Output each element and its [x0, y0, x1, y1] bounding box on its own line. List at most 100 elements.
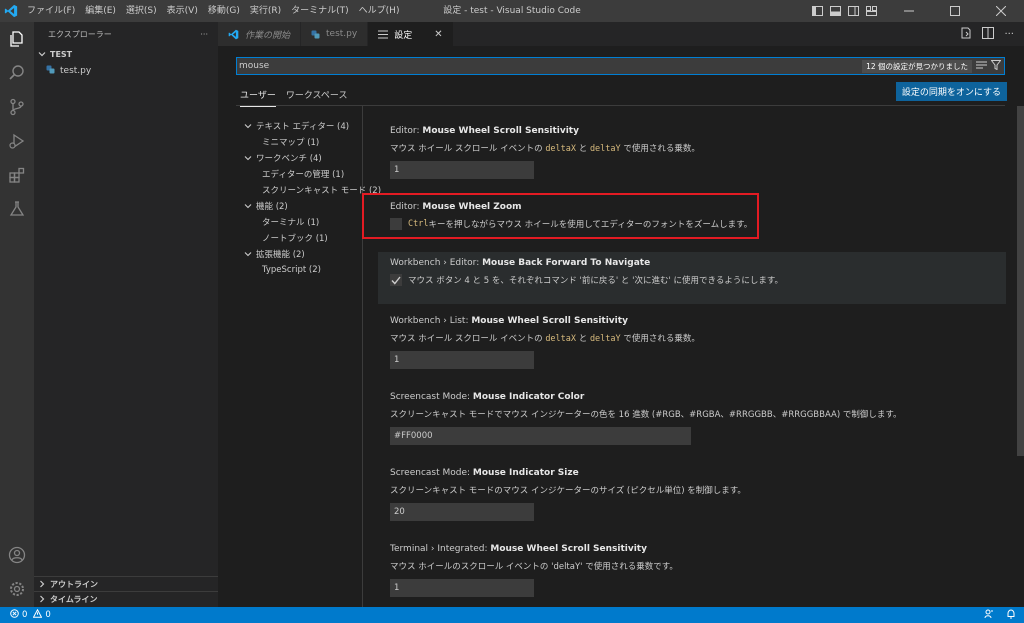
customize-layout-icon[interactable] — [862, 0, 880, 22]
menu-selection[interactable]: 選択(S) — [121, 0, 162, 22]
split-editor-icon[interactable] — [982, 26, 995, 42]
toc-item-notebook[interactable]: ノートブック (1) — [218, 230, 362, 246]
checkmark-icon — [391, 276, 401, 285]
menu-help[interactable]: ヘルプ(H) — [354, 0, 405, 22]
minimize-icon[interactable] — [886, 0, 932, 22]
menu-view[interactable]: 表示(V) — [162, 0, 203, 22]
chevron-down-icon — [244, 250, 252, 258]
setting-editor-mouse-wheel-scroll-sensitivity: Editor: Mouse Wheel Scroll Sensitivity マ… — [378, 120, 1006, 187]
setting-category: Workbench › List: — [390, 316, 472, 326]
explorer-more-icon[interactable]: ··· — [200, 30, 208, 39]
title-bar: ファイル(F) 編集(E) 選択(S) 表示(V) 移動(G) 実行(R) ター… — [0, 0, 1024, 22]
setting-code: deltaX — [545, 334, 577, 344]
toc-item-workbench[interactable]: ワークベンチ (4) — [218, 150, 362, 166]
toc-item-text-editor[interactable]: テキスト エディター (4) — [218, 118, 362, 134]
toc-label: ターミナル (1) — [262, 218, 320, 228]
folder-test[interactable]: TEST — [34, 46, 218, 62]
extensions-icon[interactable] — [0, 158, 34, 192]
accounts-icon[interactable] — [0, 538, 34, 572]
setting-checkbox[interactable] — [390, 274, 402, 286]
setting-code: deltaX — [545, 144, 577, 154]
setting-code: deltaY — [589, 144, 621, 154]
menu-go[interactable]: 移動(G) — [203, 0, 245, 22]
toc-item-features[interactable]: 機能 (2) — [218, 198, 362, 214]
toggle-secondary-sidebar-icon[interactable] — [844, 0, 862, 22]
vscode-logo-icon[interactable] — [0, 0, 22, 22]
menu-terminal[interactable]: ターミナル(T) — [286, 0, 354, 22]
toc-label: ワークベンチ (4) — [256, 154, 322, 164]
file-test-py[interactable]: test.py — [34, 62, 218, 80]
more-actions-icon[interactable]: ··· — [1004, 29, 1014, 40]
source-control-icon[interactable] — [0, 90, 34, 124]
toc-item-minimap[interactable]: ミニマップ (1) — [218, 134, 362, 150]
menu-edit[interactable]: 編集(E) — [80, 0, 121, 22]
setting-value-input[interactable]: #FF0000 — [390, 427, 691, 445]
close-window-icon[interactable] — [978, 0, 1024, 22]
setting-value-input[interactable]: 20 — [390, 503, 534, 521]
status-bar: 0 0 — [0, 607, 1024, 623]
settings-editor: mouse 12 個の設定が見つかりました ユーザー ワークスペース 設定の同期… — [218, 46, 1024, 607]
setting-desc: マウス ホイール スクロール イベントの — [390, 144, 546, 154]
chevron-down-icon — [38, 50, 46, 58]
toc-item-editor-management[interactable]: エディターの管理 (1) — [218, 166, 362, 182]
toc-item-extensions[interactable]: 拡張機能 (2) — [218, 246, 362, 262]
problems-status[interactable]: 0 0 — [0, 608, 51, 621]
toc-item-screencast-mode[interactable]: スクリーンキャスト モード (2) — [218, 182, 381, 198]
tab-test-py[interactable]: test.py — [301, 22, 369, 46]
toc-label: エディターの管理 (1) — [262, 170, 345, 180]
scrollbar[interactable] — [1017, 106, 1024, 456]
menu-run[interactable]: 実行(R) — [245, 0, 286, 22]
notifications-bell-icon[interactable] — [1006, 608, 1016, 622]
filter-icon[interactable] — [990, 59, 1002, 73]
toc-label: 機能 (2) — [256, 202, 288, 212]
toc-label: ミニマップ (1) — [262, 138, 320, 148]
settings-search-input[interactable]: mouse — [237, 61, 862, 71]
open-settings-json-icon[interactable] — [960, 27, 972, 42]
search-icon[interactable] — [0, 56, 34, 90]
setting-value-input[interactable]: 1 — [390, 579, 534, 597]
explorer-title: エクスプローラー — [48, 29, 112, 39]
toc-label: テキスト エディター (4) — [256, 122, 350, 132]
manage-gear-icon[interactable] — [0, 572, 34, 606]
divider — [236, 105, 1005, 106]
timeline-section[interactable]: タイムライン — [34, 591, 218, 606]
settings-search-box[interactable]: mouse 12 個の設定が見つかりました — [236, 57, 1005, 75]
toggle-panel-icon[interactable] — [826, 0, 844, 22]
toc-item-terminal[interactable]: ターミナル (1) — [218, 214, 362, 230]
explorer-icon[interactable] — [0, 22, 34, 56]
close-tab-icon[interactable]: ✕ — [434, 29, 442, 40]
tab-welcome[interactable]: 作業の開始 — [218, 22, 302, 46]
file-label: test.py — [60, 66, 92, 76]
chevron-down-icon — [244, 202, 252, 210]
chevron-right-icon — [38, 595, 46, 603]
turn-on-settings-sync-button[interactable]: 設定の同期をオンにする — [895, 82, 1007, 101]
setting-value-input[interactable]: 1 — [390, 351, 534, 369]
setting-screencast-mouse-indicator-color: Screencast Mode: Mouse Indicator Color ス… — [378, 386, 1006, 453]
feedback-icon[interactable] — [984, 609, 994, 622]
folder-label: TEST — [50, 49, 73, 59]
toggle-primary-sidebar-icon[interactable] — [808, 0, 826, 22]
setting-name: Mouse Wheel Zoom — [422, 202, 522, 212]
setting-desc: キーを押しながらマウス ホイールを使用してエディターのフォントをズームします。 — [428, 220, 753, 230]
setting-value-input[interactable]: 1 — [390, 161, 534, 179]
toc-label: ノートブック (1) — [262, 234, 328, 244]
setting-desc: マウス ボタン 4 と 5 を、それぞれコマンド '前に戻る' と '次に進む'… — [408, 276, 783, 286]
activity-bar — [0, 22, 34, 607]
chevron-right-icon — [38, 580, 46, 588]
timeline-label: タイムライン — [50, 594, 98, 604]
setting-desc: スクリーンキャスト モードのマウス インジケーターのサイズ (ピクセル単位) を… — [390, 486, 746, 496]
search-result-count: 12 個の設定が見つかりました — [862, 59, 972, 73]
testing-flask-icon[interactable] — [0, 192, 34, 226]
maximize-icon[interactable] — [932, 0, 978, 22]
editor-tab-bar: 作業の開始 test.py 設定 ✕ ··· — [218, 22, 1024, 46]
menu-file[interactable]: ファイル(F) — [22, 0, 80, 22]
clear-filter-icon[interactable] — [976, 60, 987, 73]
tab-settings[interactable]: 設定 ✕ — [368, 22, 454, 46]
toc-item-typescript[interactable]: TypeScript (2) — [218, 262, 362, 278]
setting-checkbox[interactable] — [390, 218, 402, 230]
run-debug-icon[interactable] — [0, 124, 34, 158]
setting-desc: スクリーンキャスト モードでマウス インジケーターの色を 16 進数 (#RGB… — [390, 410, 902, 420]
menu-bar: ファイル(F) 編集(E) 選択(S) 表示(V) 移動(G) 実行(R) ター… — [22, 0, 404, 22]
setting-desc: で使用される乗数。 — [620, 144, 700, 154]
outline-section[interactable]: アウトライン — [34, 576, 218, 591]
